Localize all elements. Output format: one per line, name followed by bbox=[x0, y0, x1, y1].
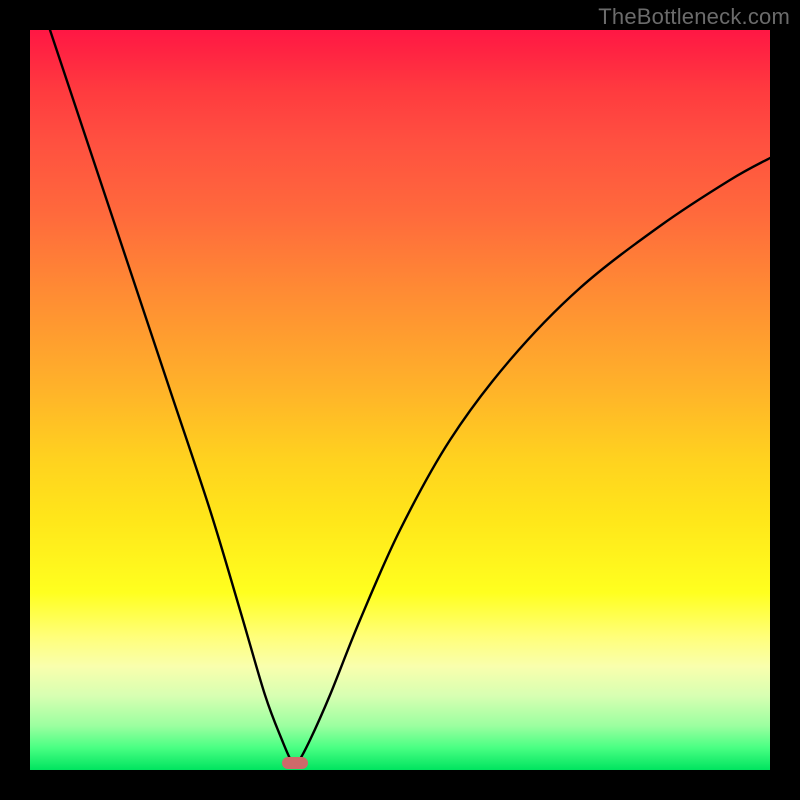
vertex-marker bbox=[282, 757, 308, 769]
watermark-text: TheBottleneck.com bbox=[598, 4, 790, 30]
plot-area bbox=[30, 30, 770, 770]
bottleneck-curve bbox=[30, 30, 770, 770]
chart-frame: TheBottleneck.com bbox=[0, 0, 800, 800]
